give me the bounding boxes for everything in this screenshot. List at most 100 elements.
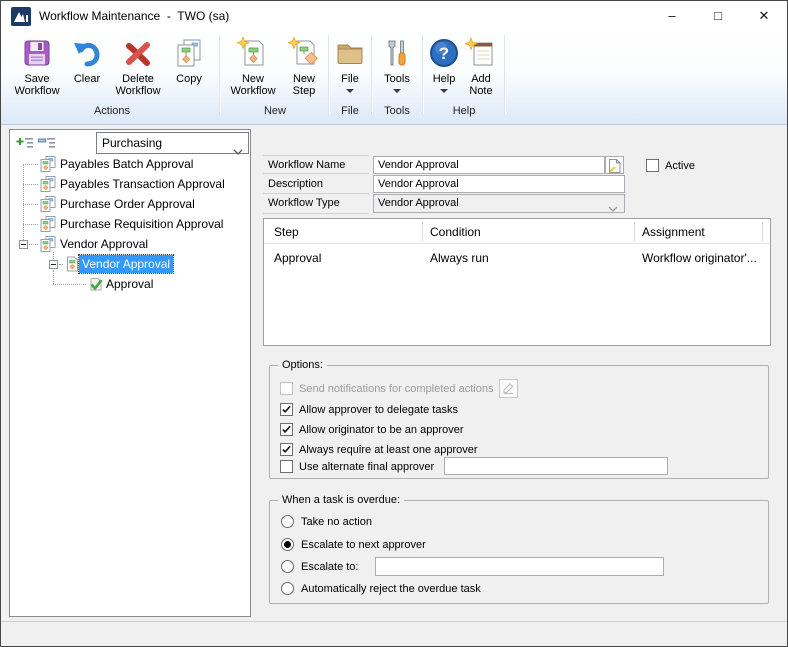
ribbon-group-label-help: Help (425, 104, 503, 119)
overdue-groupbox: When a task is overdue: Take no action E… (269, 500, 769, 604)
delete-workflow-button[interactable]: Delete Workflow (111, 34, 165, 98)
dynamics-gp-logo-icon (11, 7, 31, 26)
tree-item[interactable]: Payables Transaction Approval (10, 175, 248, 193)
title-bar: Workflow Maintenance - TWO (sa) – □ ✕ (1, 1, 787, 32)
workflow-type-select: Vendor Approval (373, 194, 625, 213)
escalate-next-approver-label: Escalate to next approver (301, 538, 426, 552)
expand-all-button[interactable] (16, 137, 36, 153)
save-workflow-button[interactable]: Save Workflow (11, 34, 63, 98)
allow-originator-label: Allow originator to be an approver (299, 423, 463, 437)
note-button[interactable] (605, 156, 624, 174)
ribbon-group-label-tools: Tools (373, 104, 421, 119)
button-label: Note (462, 85, 500, 97)
button-label: File (332, 73, 368, 85)
file-menu-button[interactable]: File (332, 34, 368, 98)
tree-collapse-toggle[interactable] (19, 240, 28, 249)
button-label: Delete (111, 73, 165, 85)
add-note-icon (465, 37, 497, 69)
workflow-name-field[interactable]: Vendor Approval (373, 156, 605, 174)
step-check-icon (88, 276, 104, 292)
steps-table: Step Condition Assignment Approval Alway… (263, 218, 771, 346)
workflow-category-value: Purchasing (102, 136, 162, 150)
active-checkbox-label: Active (665, 159, 695, 173)
new-step-button[interactable]: New Step (283, 34, 325, 98)
button-label: Help (426, 73, 462, 85)
chevron-down-icon (393, 89, 401, 93)
ribbon-separator (219, 35, 220, 114)
ribbon-toolbar: Save Workflow Clear Delete Workflow Copy (1, 31, 787, 125)
alternate-approver-checkbox[interactable] (280, 460, 293, 473)
note-icon (608, 159, 621, 173)
workflow-type-value: Vendor Approval (378, 197, 459, 209)
tree-item-label: Payables Transaction Approval (60, 175, 225, 193)
copy-button[interactable]: Copy (167, 34, 211, 98)
assignment-cell: Workflow originator'... (642, 249, 764, 267)
tree-item[interactable]: Approval (10, 275, 248, 293)
button-label: Save (11, 73, 63, 85)
chevron-down-icon (608, 201, 618, 213)
ribbon-separator (328, 35, 329, 114)
column-divider (634, 222, 635, 241)
help-menu-button[interactable]: ? Help (426, 34, 462, 98)
maximize-button[interactable]: □ (695, 1, 741, 31)
tree-item-label: Purchase Requisition Approval (60, 215, 223, 233)
options-legend: Options: (278, 358, 327, 372)
allow-originator-checkbox[interactable] (280, 423, 293, 436)
ribbon-separator (371, 35, 372, 114)
help-icon: ? (428, 37, 460, 69)
window-title: Workflow Maintenance - TWO (sa) (39, 9, 229, 23)
collapse-all-button[interactable] (38, 137, 58, 153)
button-label: Tools (375, 73, 419, 85)
send-notifications-checkbox (280, 382, 293, 395)
ribbon-separator (504, 35, 505, 114)
new-workflow-button[interactable]: New Workflow (225, 34, 281, 98)
workflow-type-icon (40, 156, 56, 172)
auto-reject-label: Automatically reject the overdue task (301, 582, 481, 596)
tree-item[interactable]: Purchase Order Approval (10, 195, 248, 213)
column-divider (422, 222, 423, 241)
active-checkbox[interactable] (646, 159, 659, 172)
tree-item-label: Vendor Approval (79, 255, 173, 273)
tree-item[interactable]: Vendor Approval (10, 235, 248, 253)
auto-reject-radio[interactable] (281, 582, 294, 595)
send-notifications-label: Send notifications for completed actions (299, 382, 493, 396)
message-icon (502, 382, 515, 395)
tree-item[interactable]: Purchase Requisition Approval (10, 215, 248, 233)
ribbon-group-label-file: File (330, 104, 370, 119)
minimize-button[interactable]: – (649, 1, 695, 31)
escalate-next-approver-radio[interactable] (281, 538, 294, 551)
header-underline (264, 243, 770, 244)
tree-item[interactable]: Payables Batch Approval (10, 155, 248, 173)
escalate-to-input[interactable] (375, 557, 664, 576)
allow-delegate-checkbox[interactable] (280, 403, 293, 416)
delete-icon (122, 37, 154, 69)
button-label: Copy (167, 73, 211, 85)
tools-menu-button[interactable]: Tools (375, 34, 419, 98)
workflow-type-icon (40, 176, 56, 192)
workflow-type-icon (40, 196, 56, 212)
workflow-category-select[interactable]: Purchasing (96, 132, 249, 154)
alternate-approver-input[interactable] (444, 457, 668, 475)
tree-item-label: Payables Batch Approval (60, 155, 193, 173)
close-button[interactable]: ✕ (741, 1, 787, 31)
take-no-action-label: Take no action (301, 515, 372, 529)
escalate-to-radio[interactable] (281, 560, 294, 573)
check-icon (281, 444, 292, 455)
button-label: Step (283, 85, 325, 97)
tree-collapse-toggle[interactable] (49, 260, 58, 269)
workflow-type-icon (40, 216, 56, 232)
ribbon-group-label-actions: Actions (7, 104, 217, 119)
take-no-action-radio[interactable] (281, 515, 294, 528)
chevron-down-icon (346, 89, 354, 93)
add-note-button[interactable]: Add Note (462, 34, 500, 98)
button-label: Workflow (225, 85, 281, 97)
condition-cell: Always run (430, 249, 630, 267)
save-icon (21, 37, 53, 69)
description-field[interactable]: Vendor Approval (373, 175, 625, 193)
workflow-tree-panel: Purchasing Payables Batch Approval Payab… (9, 129, 251, 617)
button-label: Workflow (111, 85, 165, 97)
require-approver-checkbox[interactable] (280, 443, 293, 456)
clear-button[interactable]: Clear (65, 34, 109, 98)
column-header-condition: Condition (430, 223, 481, 241)
tree-item[interactable]: Vendor Approval (10, 255, 248, 273)
